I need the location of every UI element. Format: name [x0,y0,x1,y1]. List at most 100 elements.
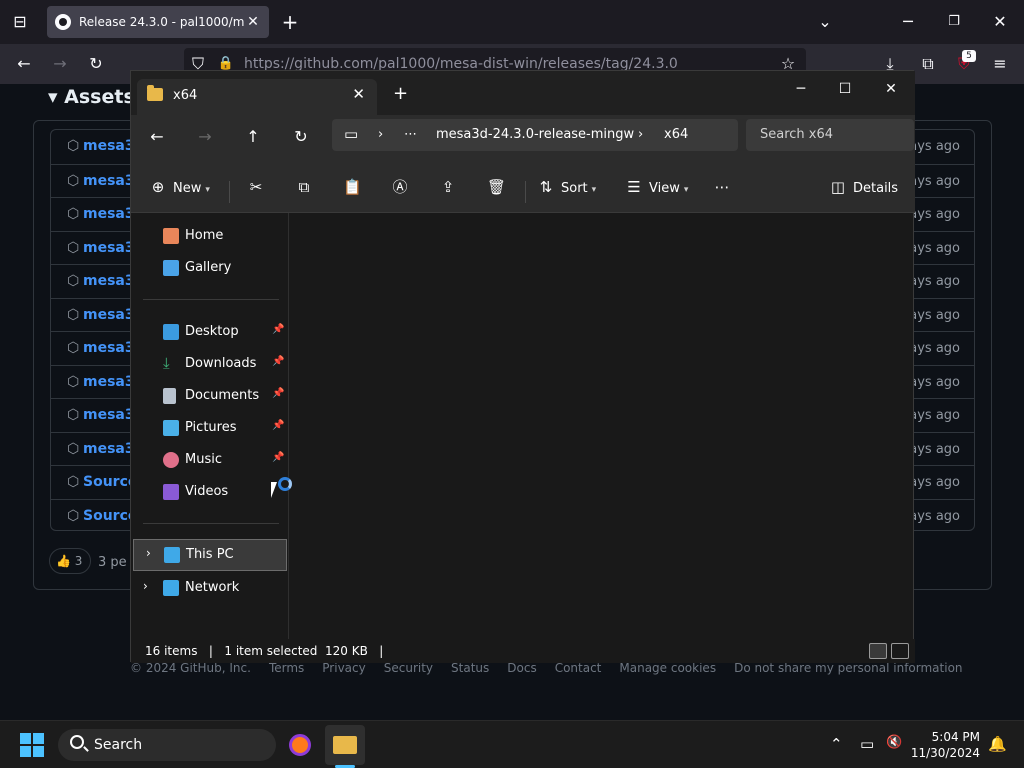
chevron-right-icon[interactable]: › [378,127,383,142]
extensions-icon[interactable]: ⧉ [918,54,938,74]
sidebar-item-downloads[interactable]: ⤓ Downloads 📌 [131,349,287,379]
close-tab-icon[interactable]: ✕ [352,85,365,103]
new-button[interactable]: ⊕ New ▾ [149,177,210,197]
restore-icon[interactable]: ❐ [944,12,964,32]
footer-link[interactable]: Privacy [322,661,365,675]
cut-button[interactable]: ✂ [247,177,271,197]
package-icon: ⬡ [67,407,80,423]
footer-link[interactable]: Contact [555,661,602,675]
breadcrumb-folder[interactable]: mesa3d-24.3.0-release-mingw [436,127,634,142]
file-list-area[interactable] [289,213,913,643]
tiles-view-icon[interactable] [891,643,909,659]
footer-link[interactable]: Docs [507,661,536,675]
menu-icon[interactable]: ≡ [990,54,1010,74]
sidebar-item-gallery[interactable]: Gallery [131,253,287,283]
footer-link[interactable]: Security [384,661,433,675]
new-tab-icon[interactable]: + [393,83,408,104]
footer-link: © 2024 GitHub, Inc. [130,661,251,675]
details-button[interactable]: ◫ Details [829,177,898,197]
copy-icon: ⧉ [298,178,310,196]
footer-link[interactable]: Status [451,661,489,675]
package-icon: ⬡ [67,340,80,356]
share-button[interactable]: ⇪ [439,177,463,197]
windows-start-icon[interactable] [20,733,44,757]
chevron-right-icon[interactable]: › [638,127,643,142]
close-icon[interactable]: ✕ [990,12,1010,32]
network-status-icon[interactable]: ▭ [860,735,874,753]
explorer-title-bar: x64 ✕ + ─ ☐ ✕ [131,71,915,115]
explorer-tab-name: x64 [173,88,198,103]
rename-icon: Ⓐ [392,178,408,196]
sort-button[interactable]: ⇅ Sort ▾ [537,177,596,197]
forward-icon[interactable]: → [50,54,70,74]
home-icon [163,228,179,244]
address-bar[interactable]: ▭ › ⋯ mesa3d-24.3.0-release-mingw › x64 [332,119,738,151]
sidebar-item-label: Videos [185,484,229,499]
taskbar-search[interactable]: Search [58,729,276,761]
search-input[interactable]: Search x64 [746,119,914,151]
explorer-address-row: ← → ↑ ↻ ▭ › ⋯ mesa3d-24.3.0-release-ming… [131,115,915,163]
tab-list-icon[interactable]: ⊟ [10,12,30,32]
minimize-icon[interactable]: ─ [779,75,823,103]
footer-link[interactable]: Do not share my personal information [734,661,962,675]
sidebar-item-documents[interactable]: Documents 📌 [131,381,287,411]
chevron-down-icon[interactable]: ⌄ [815,12,835,32]
more-icon: ⋯ [714,178,730,196]
copy-button[interactable]: ⧉ [295,177,319,197]
close-icon[interactable]: ✕ [869,75,913,103]
sidebar-item-desktop[interactable]: Desktop 📌 [131,317,287,347]
clock[interactable]: 5:04 PM 11/30/2024 [910,729,980,761]
reaction-button[interactable]: 👍 3 [49,548,91,574]
chevron-right-icon[interactable]: › [143,579,148,593]
package-icon: ⬡ [67,273,80,289]
paste-button[interactable]: 📋 [343,177,367,197]
notification-bell-icon[interactable]: 🔔 [988,735,1007,753]
close-tab-icon[interactable]: ✕ [245,14,261,30]
sidebar-item-pictures[interactable]: Pictures 📌 [131,413,287,443]
view-button[interactable]: ☰ View ▾ [625,177,688,197]
sidebar-item-label: Pictures [185,420,237,435]
details-view-icon[interactable] [869,643,887,659]
pin-icon: 📌 [272,356,285,367]
forward-icon[interactable]: → [193,127,217,146]
minimize-icon[interactable]: ─ [898,12,918,32]
back-icon[interactable]: ← [145,127,169,146]
new-tab-icon[interactable]: + [280,12,300,32]
share-icon: ⇪ [441,178,455,196]
reload-icon[interactable]: ↻ [86,54,106,74]
asset-date: ays ago [909,508,960,524]
breadcrumb-current[interactable]: x64 [664,127,688,142]
rename-button[interactable]: Ⓐ [391,177,415,197]
sidebar-item-this-pc[interactable]: › This PC [133,539,287,571]
sidebar-item-home[interactable]: Home [131,221,287,251]
assets-heading[interactable]: ▾ Assets [48,86,135,108]
asset-date: ays ago [909,139,960,154]
desktop-screen: ⊟ Release 24.3.0 - pal1000/mesa-dist-win… [0,0,1024,768]
file-explorer-app[interactable] [325,725,365,765]
up-icon[interactable]: ↑ [241,127,265,146]
browser-tab[interactable]: Release 24.3.0 - pal1000/mesa-dist-win ✕ [47,6,269,38]
footer-link[interactable]: Terms [269,661,304,675]
separator [229,181,230,203]
explorer-tab[interactable]: x64 ✕ [137,79,377,115]
assets-title: Assets [64,86,135,108]
volume-muted-icon[interactable]: 🔇 [886,735,902,750]
file-explorer-window: x64 ✕ + ─ ☐ ✕ ← → ↑ ↻ ▭ › ⋯ mesa3d-24.3.… [130,70,915,663]
chevron-up-icon[interactable]: ⌃ [830,735,843,753]
details-pane-icon: ◫ [830,178,846,196]
chevron-right-icon[interactable]: › [146,546,151,560]
more-options-button[interactable]: ⋯ [713,177,737,197]
footer-link[interactable]: Manage cookies [619,661,716,675]
maximize-icon[interactable]: ☐ [823,75,867,103]
more-icon[interactable]: ⋯ [404,127,417,142]
firefox-app[interactable] [280,725,320,765]
sidebar-item-network[interactable]: › Network [131,573,287,603]
back-icon[interactable]: ← [14,54,34,74]
delete-button[interactable]: 🗑 [487,177,511,197]
desktop-icon [163,324,179,340]
sidebar-item-music[interactable]: Music 📌 [131,445,287,475]
package-icon: ⬡ [67,172,80,189]
sidebar-item-videos[interactable]: Videos [131,477,287,507]
refresh-icon[interactable]: ↻ [289,127,313,146]
asset-date: ays ago [909,240,960,256]
